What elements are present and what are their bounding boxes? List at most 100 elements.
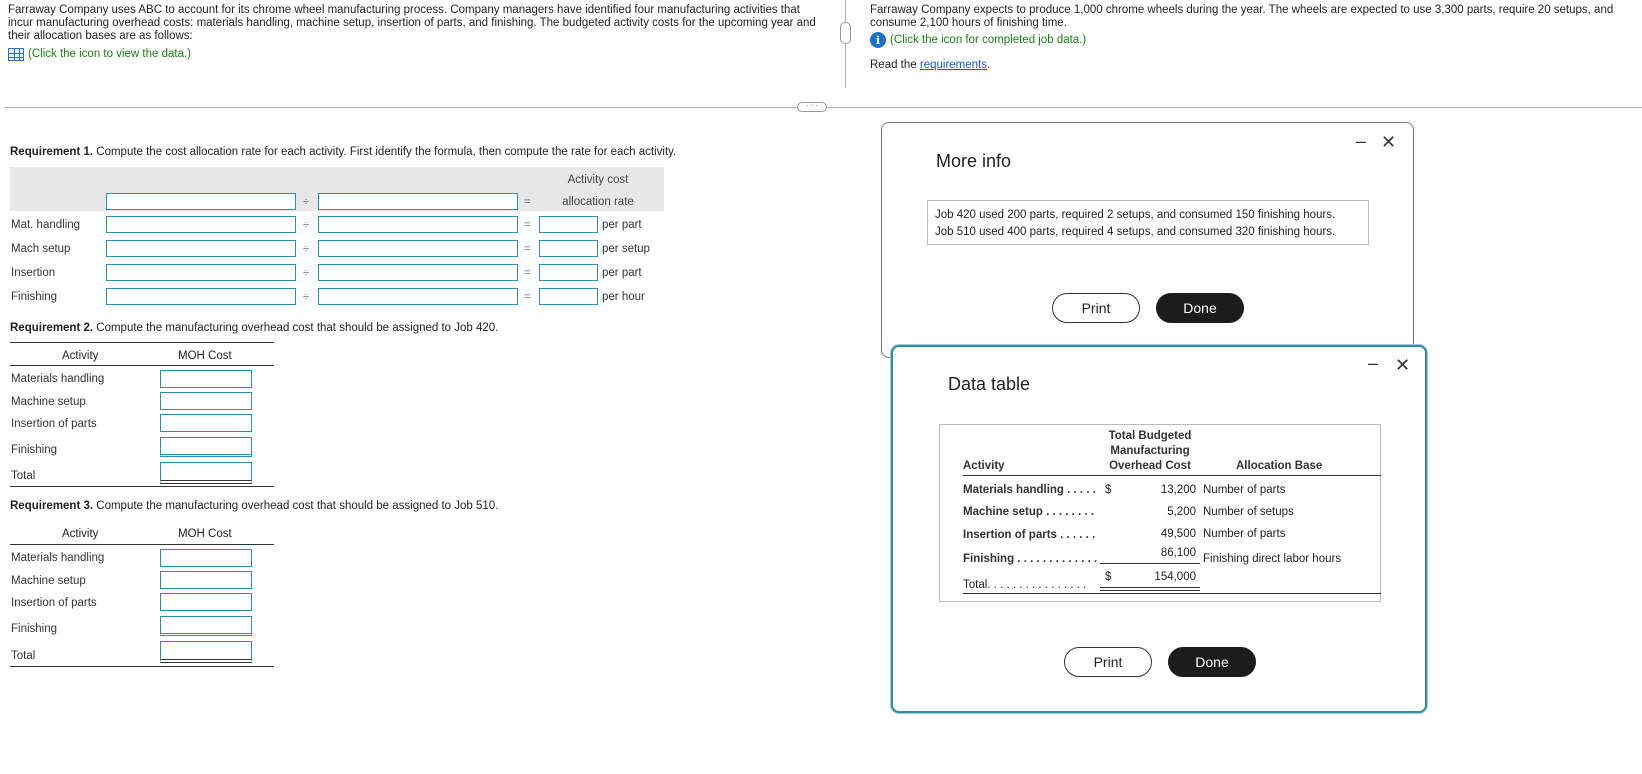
equals-symbol: = <box>524 267 531 279</box>
rate-unit: per part <box>602 219 642 231</box>
job420-insertion-input[interactable] <box>160 414 252 432</box>
mach-setup-rate-input[interactable] <box>539 240 598 257</box>
req3-col-activity: Activity <box>62 528 99 540</box>
subtotal-rule <box>1100 563 1200 564</box>
job510-total-input[interactable] <box>160 641 252 663</box>
job420-mat-handling-input[interactable] <box>160 370 252 388</box>
rate-unit: per hour <box>602 291 645 303</box>
mat-handling-rate-input[interactable] <box>539 216 598 233</box>
view-data-link[interactable]: (Click the icon to view the data.) <box>8 48 191 61</box>
job510-insertion-input[interactable] <box>160 593 252 611</box>
finishing-numerator-input[interactable] <box>106 288 296 305</box>
job420-finishing-input[interactable] <box>160 437 252 457</box>
info-icon[interactable]: i <box>870 32 886 48</box>
row-activity: Machine setup . . . . . . . . <box>963 506 1094 518</box>
req2-row-label: Materials handling <box>11 373 105 385</box>
done-button[interactable]: Done <box>1168 647 1256 677</box>
total-cost: 154,000 <box>1154 571 1196 583</box>
req2-header-rule <box>10 365 274 366</box>
req2-bottom-rule <box>10 486 274 487</box>
row-cost: 13,200 <box>1160 484 1196 496</box>
read-requirements: Read the requirements. <box>870 59 1640 72</box>
divide-symbol: ÷ <box>303 291 310 303</box>
total-double-rule-bottom <box>1100 590 1200 591</box>
job-510-info: Job 510 used 400 parts, required 4 setup… <box>935 226 1336 238</box>
job510-finishing-input[interactable] <box>160 616 252 636</box>
row-cost: 86,100 <box>1160 547 1196 559</box>
req3-bottom-rule <box>10 666 274 667</box>
req3-text: Compute the manufacturing overhead cost … <box>93 500 499 512</box>
print-button[interactable]: Print <box>1052 293 1140 323</box>
data-table-title: Data table <box>948 374 1031 394</box>
mach-setup-denominator-input[interactable] <box>318 240 518 257</box>
req3-label: Requirement 3. <box>10 500 94 512</box>
req3-row-label: Total <box>11 650 36 662</box>
insertion-rate-input[interactable] <box>539 264 598 281</box>
formula-numerator-input[interactable] <box>106 193 296 210</box>
job510-machine-setup-input[interactable] <box>160 571 252 589</box>
minimize-icon[interactable]: – <box>1368 353 1378 374</box>
mat-handling-denominator-input[interactable] <box>318 216 518 233</box>
req3-header-rule <box>10 544 274 545</box>
req1-heading: Requirement 1. Compute the cost allocati… <box>10 146 676 158</box>
header-cost-line3: Overhead Cost <box>1109 460 1191 472</box>
total-label: Total. . . . . . . . . . . . . . . . <box>963 579 1087 591</box>
row-activity: Insertion of parts . . . . . . <box>963 529 1096 541</box>
job-info-box: Job 420 used 200 parts, required 2 setup… <box>927 200 1369 245</box>
req2-text: Compute the manufacturing overhead cost … <box>93 322 499 334</box>
read-prefix: Read the <box>870 59 920 71</box>
row-activity: Finishing . . . . . . . . . . . . . <box>963 553 1098 565</box>
done-button[interactable]: Done <box>1156 293 1244 323</box>
intro-right-text: Farraway Company expects to produce 1,00… <box>870 4 1614 29</box>
req1-label: Requirement 1. <box>10 146 94 158</box>
insertion-denominator-input[interactable] <box>318 264 518 281</box>
mach-setup-numerator-input[interactable] <box>106 240 296 257</box>
req2-col-moh: MOH Cost <box>178 350 232 362</box>
job510-mat-handling-input[interactable] <box>160 549 252 567</box>
req1-row-label: Mach setup <box>11 243 71 255</box>
req2-row-label: Total <box>11 470 36 482</box>
total-currency: $ <box>1105 571 1112 583</box>
finishing-denominator-input[interactable] <box>318 288 518 305</box>
row-base: Number of parts <box>1203 484 1286 496</box>
req1-row-label: Finishing <box>11 291 58 303</box>
requirements-link[interactable]: requirements <box>920 59 987 71</box>
intro-right: Farraway Company expects to produce 1,00… <box>870 4 1640 72</box>
job-data-link-text[interactable]: (Click the icon for completed job data.) <box>890 34 1086 47</box>
row-base: Finishing direct labor hours <box>1203 553 1342 565</box>
row-base: Number of parts <box>1203 528 1286 540</box>
minimize-icon[interactable]: – <box>1356 131 1366 152</box>
job420-total-input[interactable] <box>160 462 252 484</box>
req3-col-moh: MOH Cost <box>178 528 232 540</box>
close-icon[interactable]: ✕ <box>1381 132 1396 153</box>
divide-symbol: ÷ <box>303 196 310 208</box>
row-base: Number of setups <box>1203 506 1294 518</box>
mat-handling-numerator-input[interactable] <box>106 216 296 233</box>
equals-symbol: = <box>524 291 531 303</box>
vertical-splitter-handle[interactable] <box>840 22 851 44</box>
req3-row-label: Insertion of parts <box>11 597 97 609</box>
divide-symbol: ÷ <box>303 219 310 231</box>
req1-row-label: Insertion <box>11 267 56 279</box>
more-info-title: More info <box>936 151 1012 171</box>
divide-symbol: ÷ <box>303 243 310 255</box>
table-icon[interactable] <box>8 48 24 61</box>
view-data-link-text[interactable]: (Click the icon to view the data.) <box>28 48 191 61</box>
job420-machine-setup-input[interactable] <box>160 392 252 410</box>
finishing-rate-input[interactable] <box>539 288 598 305</box>
insertion-numerator-input[interactable] <box>106 264 296 281</box>
close-icon[interactable]: ✕ <box>1395 355 1410 376</box>
more-info-dialog: More info – ✕ Job 420 used 200 parts, re… <box>881 122 1414 358</box>
formula-denominator-input[interactable] <box>318 193 518 210</box>
print-button[interactable]: Print <box>1064 647 1152 677</box>
req1-header-line1: Activity cost <box>567 174 629 186</box>
req1-text: Compute the cost allocation rate for eac… <box>93 146 677 158</box>
job-data-link[interactable]: i (Click the icon for completed job data… <box>870 32 1086 48</box>
header-cost-line1: Total Budgeted <box>1108 430 1192 442</box>
table-bottom-rule <box>963 593 1381 594</box>
horizontal-splitter-handle[interactable]: · · · <box>797 102 827 112</box>
req2-row-label: Machine setup <box>11 396 86 408</box>
rate-unit: per setup <box>602 243 650 255</box>
header-rule <box>963 475 1381 476</box>
row-currency: $ <box>1105 484 1112 496</box>
